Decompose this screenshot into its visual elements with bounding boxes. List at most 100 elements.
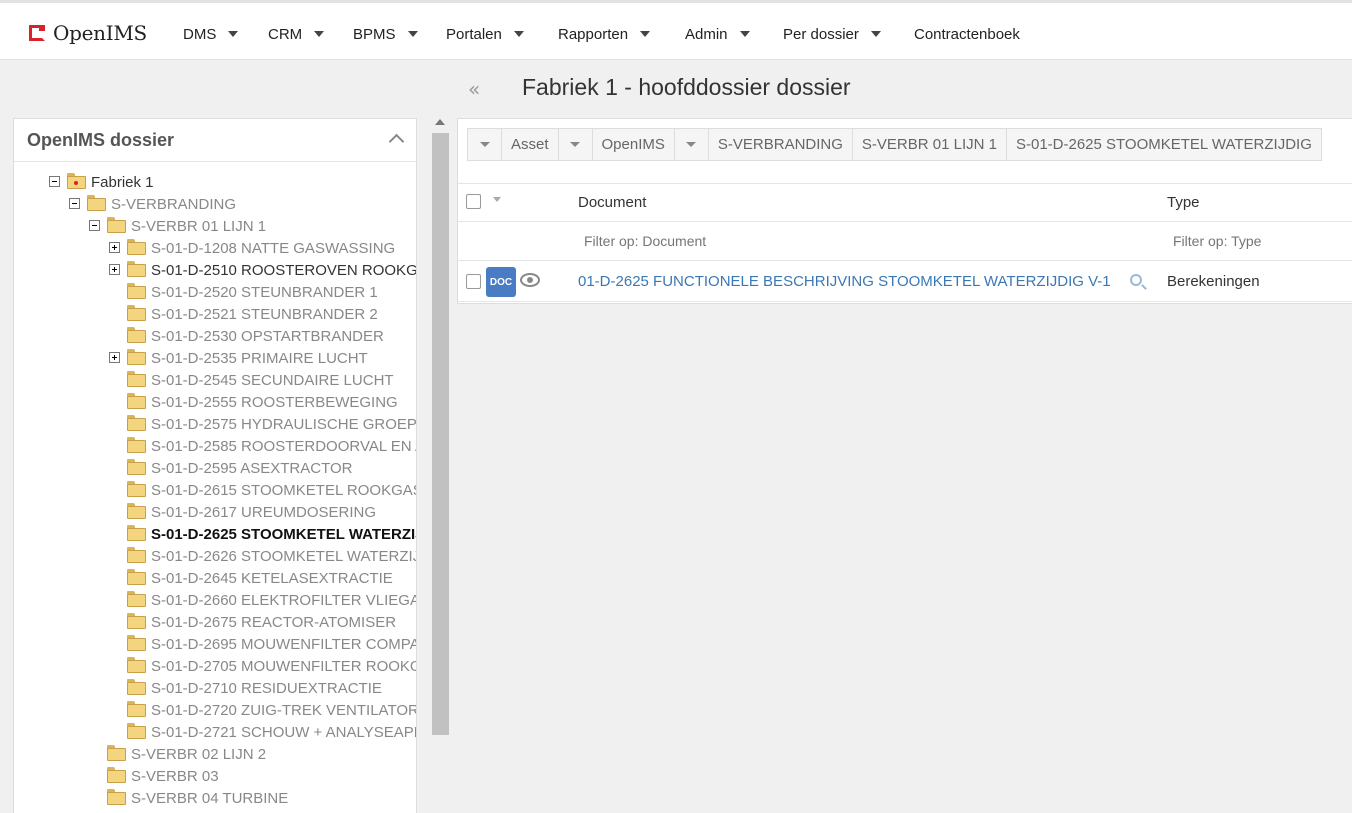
tree-node[interactable]: S-VERBR 02 LIJN 2 (14, 743, 416, 765)
tree-node[interactable]: S-01-D-2695 MOUWENFILTER COMPAR (14, 633, 416, 655)
folder-icon (127, 283, 146, 299)
tree-node[interactable]: S-01-D-2521 STEUNBRANDER 2 (14, 303, 416, 325)
document-link[interactable]: 01-D-2625 FUNCTIONELE BESCHRIJVING STOOM… (578, 273, 1111, 290)
nav-item-portalen[interactable]: Portalen (446, 23, 524, 45)
collapse-panel-icon[interactable]: « (468, 77, 480, 101)
breadcrumb-dropdown[interactable] (467, 128, 501, 161)
tree-node[interactable]: S-01-D-2595 ASEXTRACTOR (14, 457, 416, 479)
tree-node-label: S-01-D-2645 KETELASEXTRACTIE (151, 569, 393, 587)
nav-item-label: DMS (183, 25, 217, 43)
tree-node[interactable]: S-01-D-2721 SCHOUW + ANALYSEAPPA (14, 721, 416, 743)
nav-item-rapporten[interactable]: Rapporten (558, 23, 651, 45)
folder-icon (127, 481, 146, 497)
tree-node[interactable]: S-VERBR 03 (14, 765, 416, 787)
breadcrumb-item[interactable]: S-VERBRANDING (707, 128, 852, 161)
row-checkbox[interactable] (466, 274, 481, 289)
expand-plus-icon[interactable] (109, 242, 120, 253)
tree-node[interactable]: S-01-D-2555 ROOSTERBEWEGING (14, 391, 416, 413)
folder-icon (127, 305, 146, 321)
dossier-folder-icon (67, 173, 86, 189)
filter-type-input[interactable] (1173, 233, 1343, 249)
caret-down-icon (479, 142, 490, 147)
nav-item-per-dossier[interactable]: Per dossier (783, 23, 881, 45)
column-header-type[interactable]: Type (1167, 194, 1200, 211)
tree-node[interactable]: S-01-D-2705 MOUWENFILTER ROOKGA (14, 655, 416, 677)
folder-icon (127, 613, 146, 629)
search-icon[interactable] (1130, 274, 1142, 286)
tree-node[interactable]: S-01-D-2645 KETELASEXTRACTIE (14, 567, 416, 589)
nav-item-label: Portalen (446, 25, 502, 43)
nav-item-bpms[interactable]: BPMS (353, 23, 418, 45)
folder-icon (127, 635, 146, 651)
tree-node[interactable]: S-01-D-2575 HYDRAULISCHE GROEP R (14, 413, 417, 435)
tree-node[interactable]: S-01-D-2530 OPSTARTBRANDER (14, 325, 416, 347)
nav-item-admin[interactable]: Admin (685, 23, 750, 45)
collapse-chevron-up-icon[interactable] (388, 133, 405, 150)
breadcrumb-dropdown[interactable] (673, 128, 708, 161)
nav-item-label: CRM (268, 25, 303, 43)
tree-node[interactable]: S-01-D-2585 ROOSTERDOORVAL EN AF (14, 435, 416, 457)
breadcrumb-item[interactable]: Asset (501, 128, 558, 161)
tree-node-label: S-01-D-2555 ROOSTERBEWEGING (151, 393, 398, 411)
caret-down-icon (870, 31, 881, 37)
tree-node-label: S-01-D-2595 ASEXTRACTOR (151, 459, 353, 477)
folder-icon (127, 679, 146, 695)
tree-node-label: S-01-D-2615 STOOMKETEL ROOKGASZ (151, 481, 417, 499)
tree-node[interactable]: S-01-D-2545 SECUNDAIRE LUCHT (14, 369, 416, 391)
folder-icon (127, 437, 146, 453)
collapse-minus-icon[interactable] (69, 198, 80, 209)
folder-icon (127, 569, 146, 585)
tree-node-label: S-01-D-2710 RESIDUEXTRACTIE (151, 679, 382, 697)
collapse-minus-icon[interactable] (49, 176, 60, 187)
tree-node-label: S-01-D-2660 ELEKTROFILTER VLIEGASE (151, 591, 417, 609)
scrollbar-thumb[interactable] (432, 133, 449, 735)
openims-logo[interactable]: OpenIMS (29, 21, 147, 45)
breadcrumb-dropdown[interactable] (557, 128, 592, 161)
tree-node[interactable]: S-01-D-2626 STOOMKETEL WATERZIJD (14, 545, 416, 567)
nav-item-label: Per dossier (783, 25, 859, 43)
tree-node[interactable]: S-01-D-2535 PRIMAIRE LUCHT (14, 347, 416, 369)
filter-document-input[interactable] (584, 233, 984, 249)
breadcrumb: Asset OpenIMS S-VERBRANDING S-VERBR 01 LIJN… (467, 128, 1322, 161)
preview-eye-icon[interactable] (520, 273, 540, 287)
tree-node[interactable]: S-01-D-2510 ROOSTEROVEN ROOKGAS (14, 259, 416, 281)
tree-node[interactable]: S-01-D-2615 STOOMKETEL ROOKGASZ (14, 479, 417, 501)
caret-down-icon (407, 31, 418, 37)
folder-icon (107, 767, 126, 783)
tree-node[interactable]: S-VERBR 01 LIJN 1 (14, 215, 416, 237)
tree-node[interactable]: S-VERBRANDING (14, 193, 416, 215)
folder-icon (127, 327, 146, 343)
tree-node[interactable]: S-01-D-2625 STOOMKETEL WATERZIJI (14, 523, 416, 545)
tree-node[interactable]: S-01-D-2710 RESIDUEXTRACTIE (14, 677, 416, 699)
folder-icon (107, 217, 126, 233)
tree-node[interactable]: S-01-D-1208 NATTE GASWASSING (14, 237, 416, 259)
tree-node[interactable]: S-01-D-2675 REACTOR-ATOMISER (14, 611, 416, 633)
tree-node[interactable]: S-01-D-2520 STEUNBRANDER 1 (14, 281, 416, 303)
expand-plus-icon[interactable] (109, 352, 120, 363)
collapse-minus-icon[interactable] (89, 220, 100, 231)
caret-down-icon (513, 31, 524, 37)
column-header-document[interactable]: Document (578, 194, 646, 211)
nav-item-dms[interactable]: DMS (183, 23, 239, 45)
tree-node[interactable]: Fabriek 1 (14, 171, 416, 193)
select-all-checkbox[interactable] (466, 194, 481, 209)
bulk-actions-caret-icon[interactable] (493, 197, 501, 202)
table-row[interactable]: DOC 01-D-2625 FUNCTIONELE BESCHRIJVING S… (458, 262, 1352, 302)
tree-node-label: S-01-D-2575 HYDRAULISCHE GROEP R (151, 415, 417, 433)
scroll-up-arrow-icon[interactable] (435, 119, 445, 125)
folder-icon (127, 415, 146, 431)
breadcrumb-item[interactable]: S-01-D-2625 STOOMKETEL WATERZIJDIG (1005, 128, 1322, 161)
tree-node[interactable]: S-01-D-2720 ZUIG-TREK VENTILATOR 1 (14, 699, 416, 721)
nav-item-contractenboek[interactable]: Contractenboek (914, 23, 1020, 45)
folder-icon (127, 525, 146, 541)
expand-plus-icon[interactable] (109, 264, 120, 275)
caret-down-icon (640, 31, 651, 37)
breadcrumb-item[interactable]: OpenIMS (591, 128, 674, 161)
tree-node-label: Fabriek 1 (91, 173, 154, 191)
nav-item-crm[interactable]: CRM (268, 23, 325, 45)
breadcrumb-item[interactable]: S-VERBR 01 LIJN 1 (851, 128, 1006, 161)
tree-node[interactable]: S-01-D-2660 ELEKTROFILTER VLIEGASE (14, 589, 417, 611)
tree-node[interactable]: S-01-D-2617 UREUMDOSERING (14, 501, 416, 523)
caret-down-icon (314, 31, 325, 37)
tree-node[interactable]: S-VERBR 04 TURBINE (14, 787, 416, 809)
